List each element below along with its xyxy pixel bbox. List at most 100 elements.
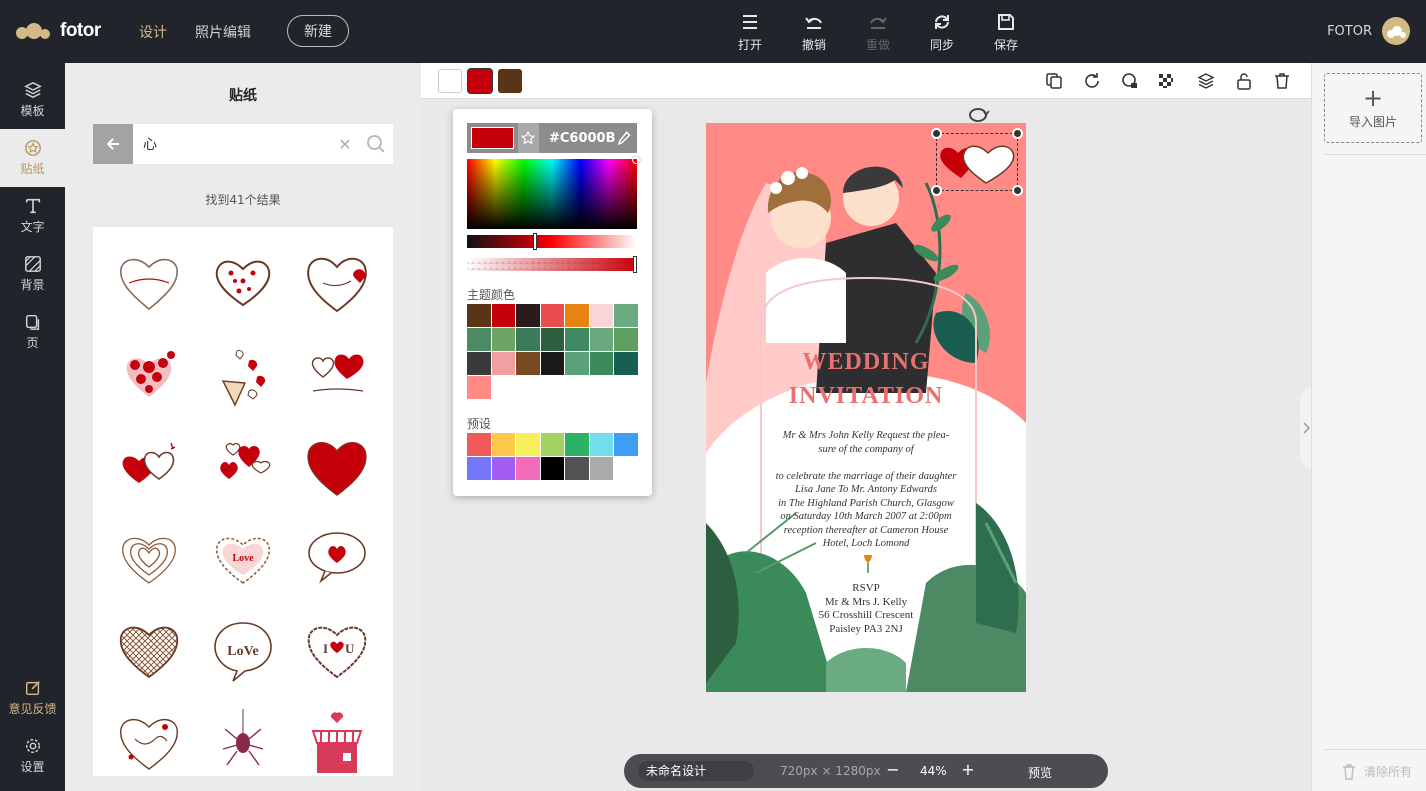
rotate-icon[interactable] <box>1083 72 1101 90</box>
theme-color-swatch[interactable] <box>565 352 590 376</box>
shade-slider-handle[interactable] <box>533 233 537 250</box>
rail-item-templates[interactable]: 模板 <box>0 71 65 129</box>
theme-color-swatch[interactable] <box>491 352 516 376</box>
preset-color-swatch[interactable] <box>589 457 614 481</box>
preset-color-swatch[interactable] <box>565 433 590 457</box>
fotor-logo[interactable]: fotor <box>16 14 101 48</box>
sticker-spider-ornament[interactable] <box>203 703 283 776</box>
user-menu[interactable]: FOTOR <box>1327 17 1410 45</box>
preset-color-swatch[interactable] <box>540 457 565 481</box>
delete-icon[interactable] <box>1273 72 1291 90</box>
unlock-icon[interactable] <box>1235 72 1253 90</box>
swatch-brown[interactable] <box>498 69 522 93</box>
clear-all-button[interactable]: 清除所有 <box>1342 763 1412 780</box>
shade-slider[interactable] <box>467 233 637 250</box>
clear-search-icon[interactable]: ✕ <box>331 124 359 164</box>
theme-color-swatch[interactable] <box>565 304 590 328</box>
theme-color-swatch[interactable] <box>589 328 614 352</box>
theme-color-swatch[interactable] <box>516 352 541 376</box>
rail-item-pages[interactable]: 页 <box>0 303 65 361</box>
eyedropper-icon[interactable] <box>616 130 632 146</box>
spectrum-cursor[interactable] <box>632 156 640 164</box>
theme-color-swatch[interactable] <box>565 328 590 352</box>
sticker-heart-cone[interactable] <box>203 335 283 415</box>
sticker-heart-dotted[interactable] <box>203 243 283 323</box>
nav-photo-edit[interactable]: 照片编辑 <box>195 22 251 42</box>
theme-color-swatch[interactable] <box>467 328 492 352</box>
sticker-love-bubble[interactable]: LoVe <box>203 611 283 691</box>
color-spectrum[interactable] <box>467 156 640 229</box>
design-rsvp[interactable]: RSVP Mr & Mrs J. Kelly 56 Crosshill Cres… <box>766 582 966 636</box>
sticker-heart-crosshatch[interactable] <box>109 611 189 691</box>
sticker-heart-scatter[interactable] <box>203 427 283 507</box>
theme-color-swatch[interactable] <box>540 304 565 328</box>
swatch-red[interactable] <box>468 69 492 93</box>
preset-color-swatch[interactable] <box>516 433 541 457</box>
zoom-in-button[interactable]: + <box>958 760 978 782</box>
theme-color-swatch[interactable] <box>491 304 516 328</box>
nav-design[interactable]: 设计 <box>139 22 167 42</box>
preview-button[interactable]: 预览 <box>1028 764 1052 781</box>
sticker-heart-speech-bubble[interactable] <box>297 519 377 599</box>
theme-color-swatch[interactable] <box>467 304 492 328</box>
selection-box[interactable] <box>931 128 1023 196</box>
sticker-heart-i-love-you[interactable] <box>297 243 377 323</box>
settings-button[interactable]: 设置 <box>0 727 65 785</box>
preset-color-swatch[interactable] <box>467 457 492 481</box>
theme-color-swatch[interactable] <box>467 352 492 376</box>
opacity-slider[interactable] <box>467 256 637 273</box>
preset-color-swatch[interactable] <box>589 433 614 457</box>
sync-button[interactable]: 同步 <box>910 12 974 53</box>
sticker-heart-cluster[interactable] <box>109 335 189 415</box>
theme-color-swatch[interactable] <box>589 304 614 328</box>
search-icon[interactable] <box>359 124 393 164</box>
theme-color-swatch[interactable] <box>589 352 614 376</box>
shape-icon[interactable] <box>1121 72 1139 90</box>
search-input[interactable] <box>133 124 331 164</box>
theme-color-swatch[interactable] <box>614 328 639 352</box>
import-image-button[interactable]: + 导入图片 <box>1324 73 1422 143</box>
transparency-icon[interactable] <box>1157 72 1175 90</box>
swatch-white[interactable] <box>438 69 462 93</box>
feedback-button[interactable]: 意见反馈 <box>0 669 65 727</box>
preset-color-swatch[interactable] <box>614 433 639 457</box>
sticker-gift-shop[interactable] <box>297 703 377 776</box>
rotate-handle-icon[interactable] <box>966 107 990 123</box>
preset-color-swatch[interactable] <box>491 457 516 481</box>
new-button[interactable]: 新建 <box>287 15 349 47</box>
sticker-heart-flourish[interactable] <box>109 703 189 776</box>
zoom-out-button[interactable]: − <box>883 760 903 782</box>
design-title-line2[interactable]: INVITATION <box>766 379 966 413</box>
undo-button[interactable]: 撤销 <box>782 12 846 53</box>
sticker-heart-i-love-u[interactable]: IU <box>297 611 377 691</box>
sticker-heart-spiral[interactable] <box>109 519 189 599</box>
rail-item-text[interactable]: 文字 <box>0 187 65 245</box>
layers-icon[interactable] <box>1197 72 1215 90</box>
design-name-field[interactable]: 未命名设计 <box>638 761 754 781</box>
resize-handle[interactable] <box>931 185 942 196</box>
collapse-panel-button[interactable] <box>1300 388 1311 468</box>
sticker-heart-big-red[interactable] <box>297 427 377 507</box>
preset-color-swatch[interactable] <box>467 433 492 457</box>
theme-color-swatch[interactable] <box>516 328 541 352</box>
theme-color-swatch[interactable] <box>540 352 565 376</box>
rail-item-stickers[interactable]: 贴纸 <box>0 129 65 187</box>
preset-color-swatch[interactable] <box>516 457 541 481</box>
back-button[interactable] <box>93 124 133 164</box>
preset-color-swatch[interactable] <box>491 433 516 457</box>
redo-button[interactable]: 重做 <box>846 12 910 53</box>
preset-color-swatch[interactable] <box>565 457 590 481</box>
theme-color-swatch[interactable] <box>516 304 541 328</box>
sticker-heart-love-badge[interactable]: Love <box>203 519 283 599</box>
theme-color-swatch[interactable] <box>467 376 492 400</box>
resize-handle[interactable] <box>1012 128 1023 139</box>
sticker-heart-swirl-i-love-you[interactable] <box>297 335 377 415</box>
theme-color-swatch[interactable] <box>491 328 516 352</box>
theme-color-swatch[interactable] <box>540 328 565 352</box>
theme-color-swatch[interactable] <box>614 304 639 328</box>
rail-item-background[interactable]: 背景 <box>0 245 65 303</box>
sticker-heart-outline[interactable] <box>109 243 189 323</box>
design-title-line1[interactable]: WEDDING <box>766 345 966 379</box>
theme-color-swatch[interactable] <box>614 352 639 376</box>
design-canvas[interactable]: WEDDING INVITATION Mr & Mrs John Kelly R… <box>706 123 1026 692</box>
